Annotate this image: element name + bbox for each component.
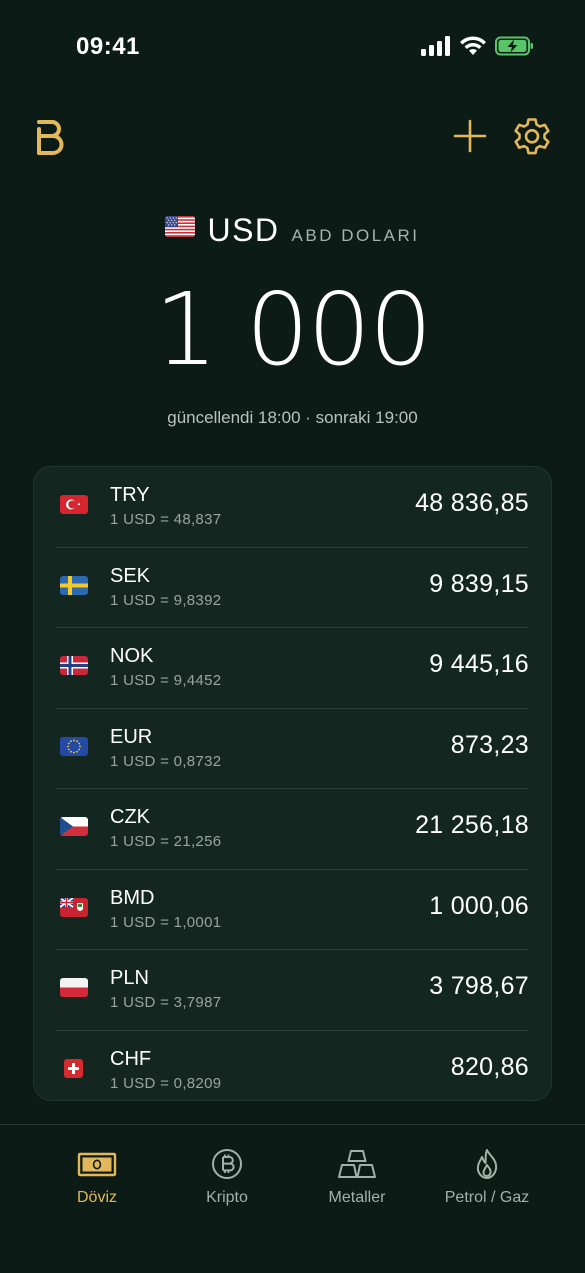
base-currency-selector[interactable]: USD ABD DOLARI	[0, 212, 585, 249]
add-currency-button[interactable]	[451, 117, 489, 155]
bitcoin-icon	[212, 1149, 242, 1179]
tab-metaller[interactable]: Metaller	[284, 1147, 430, 1207]
currency-row-nok[interactable]: NOK 1 USD = 9,4452 9 445,16	[56, 628, 529, 709]
currency-code: NOK	[110, 645, 154, 667]
converted-value: 820,86	[450, 1052, 529, 1081]
currency-rate: 1 USD = 9,4452	[110, 672, 222, 689]
currency-code: CHF	[110, 1047, 152, 1070]
settings-button[interactable]	[511, 116, 553, 158]
currency-rate: 1 USD = 21,256	[110, 833, 222, 850]
currency-code: SEK	[110, 564, 151, 587]
tab-kripto[interactable]: Kripto	[154, 1147, 300, 1207]
currency-rate: 1 USD = 3,7987	[110, 994, 222, 1011]
currency-row-bmd[interactable]: BMD 1 USD = 1,0001 1 000,06	[56, 870, 529, 950]
update-status: güncellendi 18:00 · sonraki 19:00	[167, 408, 418, 427]
gear-icon	[514, 118, 550, 155]
converted-value: 9 839,15	[429, 569, 529, 598]
converted-value: 1 000,06	[429, 891, 529, 920]
tab-label: Döviz	[76, 1189, 117, 1206]
tab-label: Petrol / Gaz	[444, 1189, 530, 1206]
currency-row-eur[interactable]: EUR 1 USD = 0,8732 873,23	[56, 709, 529, 789]
se-flag-icon	[60, 575, 88, 595]
currency-code: PLN	[110, 967, 149, 989]
currency-rate: 1 USD = 48,837	[110, 511, 222, 528]
converted-value: 3 798,67	[429, 972, 529, 1000]
status-bar: 09:41	[0, 0, 585, 96]
cellular-signal-icon	[421, 36, 450, 56]
converted-value: 21 256,18	[415, 811, 529, 839]
battery-charging-icon	[495, 36, 533, 56]
currency-code: EUR	[110, 725, 153, 748]
currency-rate: 1 USD = 9,8392	[110, 591, 222, 609]
tab-label: Metaller	[328, 1189, 386, 1206]
bm-flag-icon	[60, 897, 88, 917]
currency-row-sek[interactable]: SEK 1 USD = 9,8392 9 839,15	[56, 548, 529, 628]
currency-code: CZK	[110, 806, 150, 828]
status-icons	[421, 36, 535, 56]
currency-row-czk[interactable]: CZK 1 USD = 21,256 21 256,18	[56, 789, 529, 870]
b-logo-icon	[37, 120, 64, 155]
currency-code: BMD	[110, 886, 155, 909]
currency-row-chf[interactable]: CHF 1 USD = 0,8209 820,86	[56, 1031, 529, 1101]
currency-code: TRY	[110, 484, 150, 506]
flame-icon	[476, 1149, 498, 1179]
no-flag-icon	[60, 656, 88, 675]
plus-icon	[453, 119, 487, 153]
cz-flag-icon	[60, 817, 88, 836]
tab-bar: Döviz Kripto Metaller Petrol / Gaz	[0, 1124, 585, 1273]
currency-row-pln[interactable]: PLN 1 USD = 3,7987 3 798,67	[56, 950, 529, 1031]
base-currency-code: USD	[207, 212, 280, 248]
amount-input[interactable]: 1 000	[0, 270, 585, 390]
wifi-icon	[460, 36, 486, 55]
currency-rate: 1 USD = 0,8209	[110, 1074, 222, 1092]
tab-petrol-gaz[interactable]: Petrol / Gaz	[414, 1147, 560, 1207]
converted-value: 48 836,85	[415, 489, 529, 517]
ch-flag-icon	[64, 1058, 83, 1078]
status-time: 09:41	[76, 33, 140, 60]
currency-list[interactable]: TRY 1 USD = 48,837 48 836,85 SEK 1 USD =…	[33, 466, 552, 1101]
pl-flag-icon	[60, 978, 88, 997]
gold-bars-icon	[338, 1150, 376, 1178]
banknote-icon	[77, 1152, 117, 1177]
converted-value: 9 445,16	[429, 650, 529, 678]
currency-rate: 1 USD = 0,8732	[110, 752, 222, 770]
base-currency-name: ABD DOLARI	[291, 226, 420, 245]
tr-flag-icon	[60, 495, 88, 514]
converted-value: 873,23	[450, 730, 529, 759]
currency-rate: 1 USD = 1,0001	[110, 913, 222, 931]
tab-label: Kripto	[206, 1189, 248, 1206]
us-flag-icon	[165, 216, 196, 237]
eu-flag-icon	[60, 736, 88, 756]
tab-doviz[interactable]: Döviz	[24, 1147, 170, 1207]
currency-row-try[interactable]: TRY 1 USD = 48,837 48 836,85	[56, 467, 529, 548]
